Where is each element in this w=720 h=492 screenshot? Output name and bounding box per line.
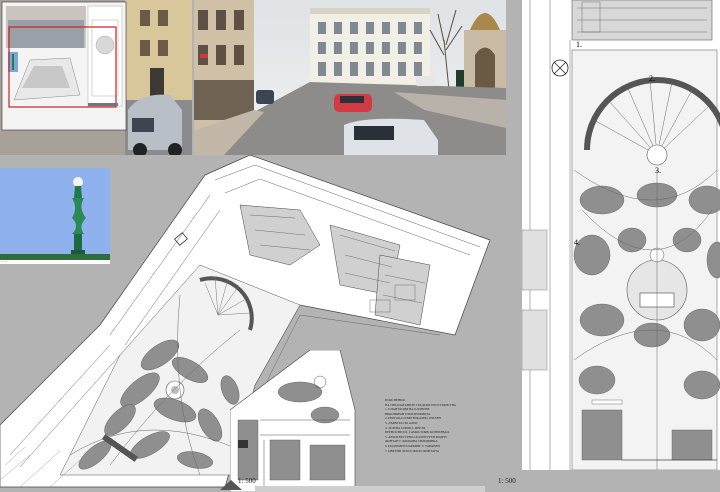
scale-label-right: 1: 500 [498,477,516,485]
street-photo [194,0,506,155]
legend-line: 7. ЦВЕТНИ ЛЕХИ ОКОЛО ФОНТАНА [385,448,440,453]
north-arrow-icon [220,480,242,490]
bottom-strip [255,486,485,492]
plan-number-1: 1. [576,40,582,49]
legend-block: ПОЯСНЕНИЯ НА ПРЕДЛАГАНИТЕ ГРАДСКИ ПРОСТР… [385,398,495,453]
site-plan-right: 1. 2. 3. 4. [522,0,720,470]
plan-number-4: 4. [574,238,580,247]
plan-number-2: 2. [649,74,655,83]
detail-plan [230,350,360,492]
overview-photo [0,0,192,155]
plan-number-3: 3. [655,166,661,175]
